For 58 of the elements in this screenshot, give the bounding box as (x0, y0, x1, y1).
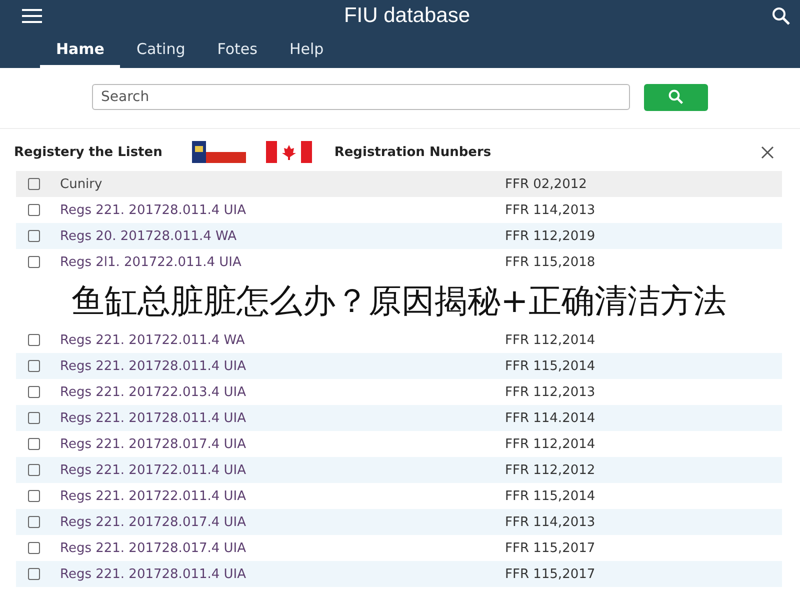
checkbox[interactable] (28, 568, 40, 580)
checkbox[interactable] (28, 178, 40, 190)
app-title: FIU database (344, 4, 470, 28)
flag-icon (192, 141, 246, 163)
close-icon[interactable] (761, 146, 774, 158)
table-cell: FFR 115,2017 (505, 566, 596, 582)
table-cell-text: Regs 221. 201728.011.4 UIA (60, 358, 248, 374)
table-cell-text: Regs 221. 201722.011.4 UIA (60, 462, 248, 478)
search-icon (668, 89, 684, 105)
table-cell-text: Regs 221. 201728.011.4 UIA (60, 566, 248, 582)
flag-icon (266, 141, 312, 163)
table-cell: FFR 112,2019 (505, 228, 596, 244)
checkbox[interactable] (28, 516, 40, 528)
table-cell: FFR 114,2013 (505, 202, 596, 218)
table-cell-text: Regs 221. 201728.017.4 UIA (60, 436, 248, 452)
table-cell: FFR 115,2014 (505, 488, 596, 504)
table-cell-text: Regs 221. 201728.017.4 UIA (60, 514, 248, 530)
checkbox[interactable] (28, 204, 40, 216)
table-cell-text: Cuniry (60, 176, 104, 192)
table-cell-text: Regs 221. 201722.011.4 UIA (60, 488, 248, 504)
panel-title: Registery the Listen (14, 144, 162, 160)
table-cell: FFR 02,2012 (505, 176, 587, 192)
panel-subtitle: Registration Nunbers (334, 144, 492, 160)
checkbox[interactable] (28, 464, 40, 476)
table-cell-text: Regs 221. 201728.011.4 UIA (60, 410, 248, 426)
checkbox[interactable] (28, 334, 40, 346)
checkbox[interactable] (28, 386, 40, 398)
checkbox[interactable] (28, 230, 40, 242)
nav-tab[interactable]: Fotes (201, 32, 274, 68)
table-cell: FFR 112,2014 (505, 332, 596, 348)
table-cell: FFR 115,2014 (505, 358, 596, 374)
table-cell: FFR 114.2014 (505, 410, 596, 426)
table-cell-text: Regs 221. 201722.011.4 WA (60, 332, 246, 348)
checkbox[interactable] (28, 360, 40, 372)
table-cell: FFR 112,2012 (505, 462, 596, 478)
checkbox[interactable] (28, 542, 40, 554)
checkbox[interactable] (28, 490, 40, 502)
table-cell-text: Regs 221. 201728.017.4 UIA (60, 540, 248, 556)
checkbox[interactable] (28, 412, 40, 424)
search-icon[interactable] (772, 7, 790, 25)
nav-tab[interactable]: Cating (120, 32, 202, 68)
table-cell-text: Regs 2l1. 201722.011.4 UIA (60, 254, 242, 270)
search-field[interactable]: Search (92, 84, 630, 110)
table-cell: FFR 112,2013 (505, 384, 596, 400)
table-cell: FFR 115,2018 (505, 254, 596, 270)
checkbox[interactable] (28, 438, 40, 450)
table-cell-text: Regs 221. 201722.013.4 UIA (60, 384, 248, 400)
nav-tab[interactable]: Hame (40, 32, 120, 68)
checkbox[interactable] (28, 256, 40, 268)
nav-tab[interactable]: Help (273, 32, 340, 68)
menu-icon[interactable] (22, 9, 42, 23)
table-cell-text: Regs 20. 201728.011.4 WA (60, 228, 238, 244)
search-button[interactable] (644, 84, 708, 110)
table-cell: FFR 112,2014 (505, 436, 596, 452)
table-cell: FFR 115,2017 (505, 540, 596, 556)
headline-text: 鱼缸总脏脏怎么办？原因揭秘+正确清洁方法 (72, 280, 726, 322)
table-cell-text: Regs 221. 201728.011.4 UIA (60, 202, 248, 218)
table-cell: FFR 114,2013 (505, 514, 596, 530)
